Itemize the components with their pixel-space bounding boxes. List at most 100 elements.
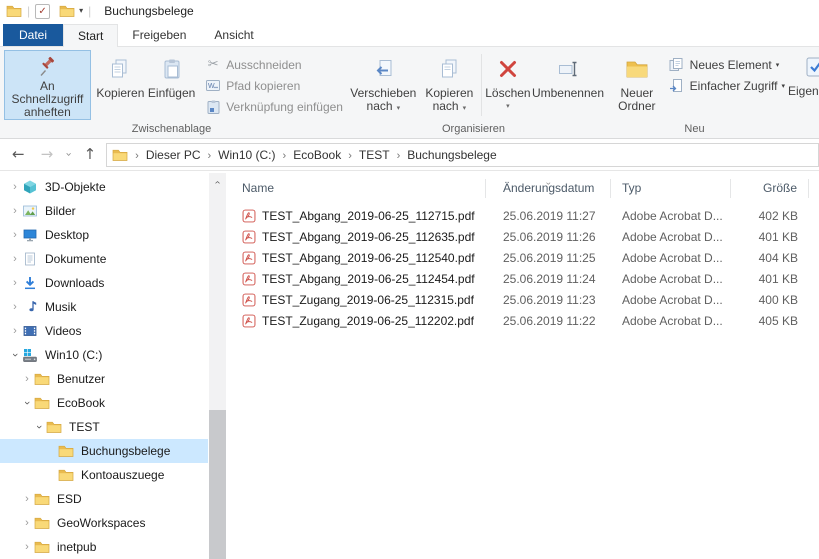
expander-chevron-icon[interactable]: › xyxy=(20,517,34,529)
tree-item[interactable]: ›EcoBook xyxy=(0,391,208,415)
folder-icon xyxy=(58,467,74,483)
tree-item[interactable]: ›Downloads xyxy=(0,271,208,295)
breadcrumb-segment[interactable]: TEST xyxy=(359,148,390,162)
tree-item[interactable]: ›Videos xyxy=(0,319,208,343)
expander-chevron-icon[interactable]: › xyxy=(8,277,22,289)
easy-access-button[interactable]: Einfacher Zugriff ▾ xyxy=(668,75,785,96)
up-button-icon[interactable]: ↑ xyxy=(84,147,97,162)
breadcrumb-segment[interactable]: Buchungsbelege xyxy=(407,148,496,162)
file-row[interactable]: TEST_Zugang_2019-06-25_112202.pdf25.06.2… xyxy=(228,310,819,331)
tab-freigeben[interactable]: Freigeben xyxy=(118,24,200,46)
tree-item[interactable]: ›Dokumente xyxy=(0,247,208,271)
tree-item[interactable]: ›Win10 (C:) xyxy=(0,343,208,367)
file-row[interactable]: TEST_Abgang_2019-06-25_112715.pdf25.06.2… xyxy=(228,205,819,226)
tree-item[interactable]: ›Desktop xyxy=(0,223,208,247)
copy-path-button[interactable]: W Pfad kopieren xyxy=(205,75,343,96)
pictures-icon xyxy=(22,203,38,219)
expander-chevron-icon[interactable]: › xyxy=(8,205,22,217)
column-header-name[interactable]: Name xyxy=(228,179,486,198)
easy-access-label: Einfacher Zugriff xyxy=(690,79,778,93)
expander-chevron-icon[interactable]: › xyxy=(33,420,45,434)
tree-item[interactable]: ›GeoWorkspaces xyxy=(0,511,208,535)
address-box[interactable]: › Dieser PC › Win10 (C:) › EcoBook › TEST › Buchu… xyxy=(106,143,819,167)
tree-item[interactable]: ›Benutzer xyxy=(0,367,208,391)
file-row[interactable]: TEST_Abgang_2019-06-25_112540.pdf25.06.2… xyxy=(228,247,819,268)
tree-item[interactable]: Buchungsbelege xyxy=(0,439,208,463)
drive-icon xyxy=(22,347,38,363)
delete-x-icon xyxy=(496,53,520,85)
delete-button[interactable]: Löschen ▾ xyxy=(484,50,532,119)
new-item-label: Neues Element xyxy=(690,58,772,72)
scrollbar-thumb[interactable] xyxy=(209,410,226,559)
group-label-new: Neu xyxy=(604,122,785,138)
breadcrumb-segment[interactable]: Dieser PC xyxy=(146,148,201,162)
expander-chevron-icon[interactable]: › xyxy=(8,181,22,193)
expander-chevron-icon[interactable]: › xyxy=(9,348,21,362)
breadcrumb-chevron-icon[interactable]: › xyxy=(348,150,352,162)
tree-item[interactable]: ›inetpub xyxy=(0,535,208,559)
new-folder-button[interactable]: Neuer Ordner xyxy=(610,50,664,119)
tree-item[interactable]: ›TEST xyxy=(0,415,208,439)
breadcrumb-chevron-icon[interactable]: › xyxy=(283,150,287,162)
file-row[interactable]: TEST_Abgang_2019-06-25_112635.pdf25.06.2… xyxy=(228,226,819,247)
tab-start[interactable]: Start xyxy=(63,24,118,47)
scroll-up-arrow-icon[interactable]: › xyxy=(212,174,223,191)
column-header-row: Name Änderungsdatum›TypGröße xyxy=(228,176,819,201)
pdf-file-icon xyxy=(242,314,256,328)
expander-chevron-icon[interactable]: › xyxy=(8,253,22,265)
breadcrumb-chevron-icon[interactable]: › xyxy=(397,150,401,162)
pdf-file-icon xyxy=(242,272,256,286)
properties-label-partial[interactable]: Eigen xyxy=(788,84,819,98)
tree-item[interactable]: Kontoauszuege xyxy=(0,463,208,487)
customize-qat-dropdown-icon[interactable]: ▾ xyxy=(79,7,83,15)
tree-scrollbar[interactable]: › xyxy=(209,173,226,559)
file-row[interactable]: TEST_Abgang_2019-06-25_112454.pdf25.06.2… xyxy=(228,268,819,289)
breadcrumb-chevron-icon[interactable]: › xyxy=(208,150,212,162)
paste-shortcut-button[interactable]: Verknüpfung einfügen xyxy=(205,96,343,117)
pin-to-quick-access-button[interactable]: An Schnellzugriff anheften xyxy=(4,50,91,120)
file-size: 401 KB xyxy=(731,272,809,286)
copy-to-button[interactable]: Kopieren nach▾ xyxy=(418,50,481,119)
tree-item[interactable]: ›3D-Objekte xyxy=(0,175,208,199)
copy-to-label-line1: Kopieren xyxy=(425,86,473,100)
confirm-check-icon[interactable]: ✓ xyxy=(35,4,50,19)
properties-icon xyxy=(805,50,819,84)
breadcrumb-chevron-icon[interactable]: › xyxy=(135,150,139,162)
recent-locations-chevron-icon[interactable]: › xyxy=(62,152,77,156)
cut-button[interactable]: ✂ Ausschneiden xyxy=(205,54,343,75)
expander-chevron-icon[interactable]: › xyxy=(20,493,34,505)
new-folder-qat-icon[interactable] xyxy=(59,3,75,19)
expander-chevron-icon[interactable]: › xyxy=(20,541,34,553)
expander-chevron-icon[interactable]: › xyxy=(8,229,22,241)
breadcrumb-segment[interactable]: EcoBook xyxy=(293,148,341,162)
paste-icon xyxy=(160,53,184,85)
copy-button[interactable]: Kopieren xyxy=(95,50,146,119)
rename-button[interactable]: Umbenennen xyxy=(532,50,604,119)
column-header-größe[interactable]: Größe xyxy=(731,179,809,198)
tab-datei[interactable]: Datei xyxy=(3,24,63,46)
file-size: 404 KB xyxy=(731,251,809,265)
expander-chevron-icon[interactable]: › xyxy=(21,396,33,410)
tab-ansicht[interactable]: Ansicht xyxy=(200,24,267,46)
back-button-icon[interactable]: ← xyxy=(12,147,25,162)
expander-chevron-icon[interactable]: › xyxy=(8,301,22,313)
file-list-pane: Name Änderungsdatum›TypGröße TEST_Abgang_… xyxy=(228,171,819,559)
file-name: TEST_Abgang_2019-06-25_112635.pdf xyxy=(262,230,475,244)
forward-button-icon[interactable]: → xyxy=(41,147,54,162)
breadcrumb-segment[interactable]: Win10 (C:) xyxy=(218,148,275,162)
expander-chevron-icon[interactable]: › xyxy=(20,373,34,385)
move-to-button[interactable]: Verschieben nach▾ xyxy=(349,50,418,119)
tree-item[interactable]: ›Bilder xyxy=(0,199,208,223)
expander-chevron-icon[interactable]: › xyxy=(8,325,22,337)
tree-item[interactable]: ›Musik xyxy=(0,295,208,319)
tree-item[interactable]: ›ESD xyxy=(0,487,208,511)
column-header-änderungsdatum[interactable]: Änderungsdatum› xyxy=(486,179,611,198)
column-header-typ[interactable]: Typ xyxy=(611,179,731,198)
new-item-button[interactable]: Neues Element ▾ xyxy=(668,54,785,75)
paste-button[interactable]: Einfügen xyxy=(146,50,197,119)
file-row[interactable]: TEST_Zugang_2019-06-25_112315.pdf25.06.2… xyxy=(228,289,819,310)
copy-to-icon xyxy=(437,53,461,85)
column-header-label: Name xyxy=(242,181,274,195)
qat-separator: | xyxy=(88,4,91,18)
rename-label: Umbenennen xyxy=(532,87,604,100)
